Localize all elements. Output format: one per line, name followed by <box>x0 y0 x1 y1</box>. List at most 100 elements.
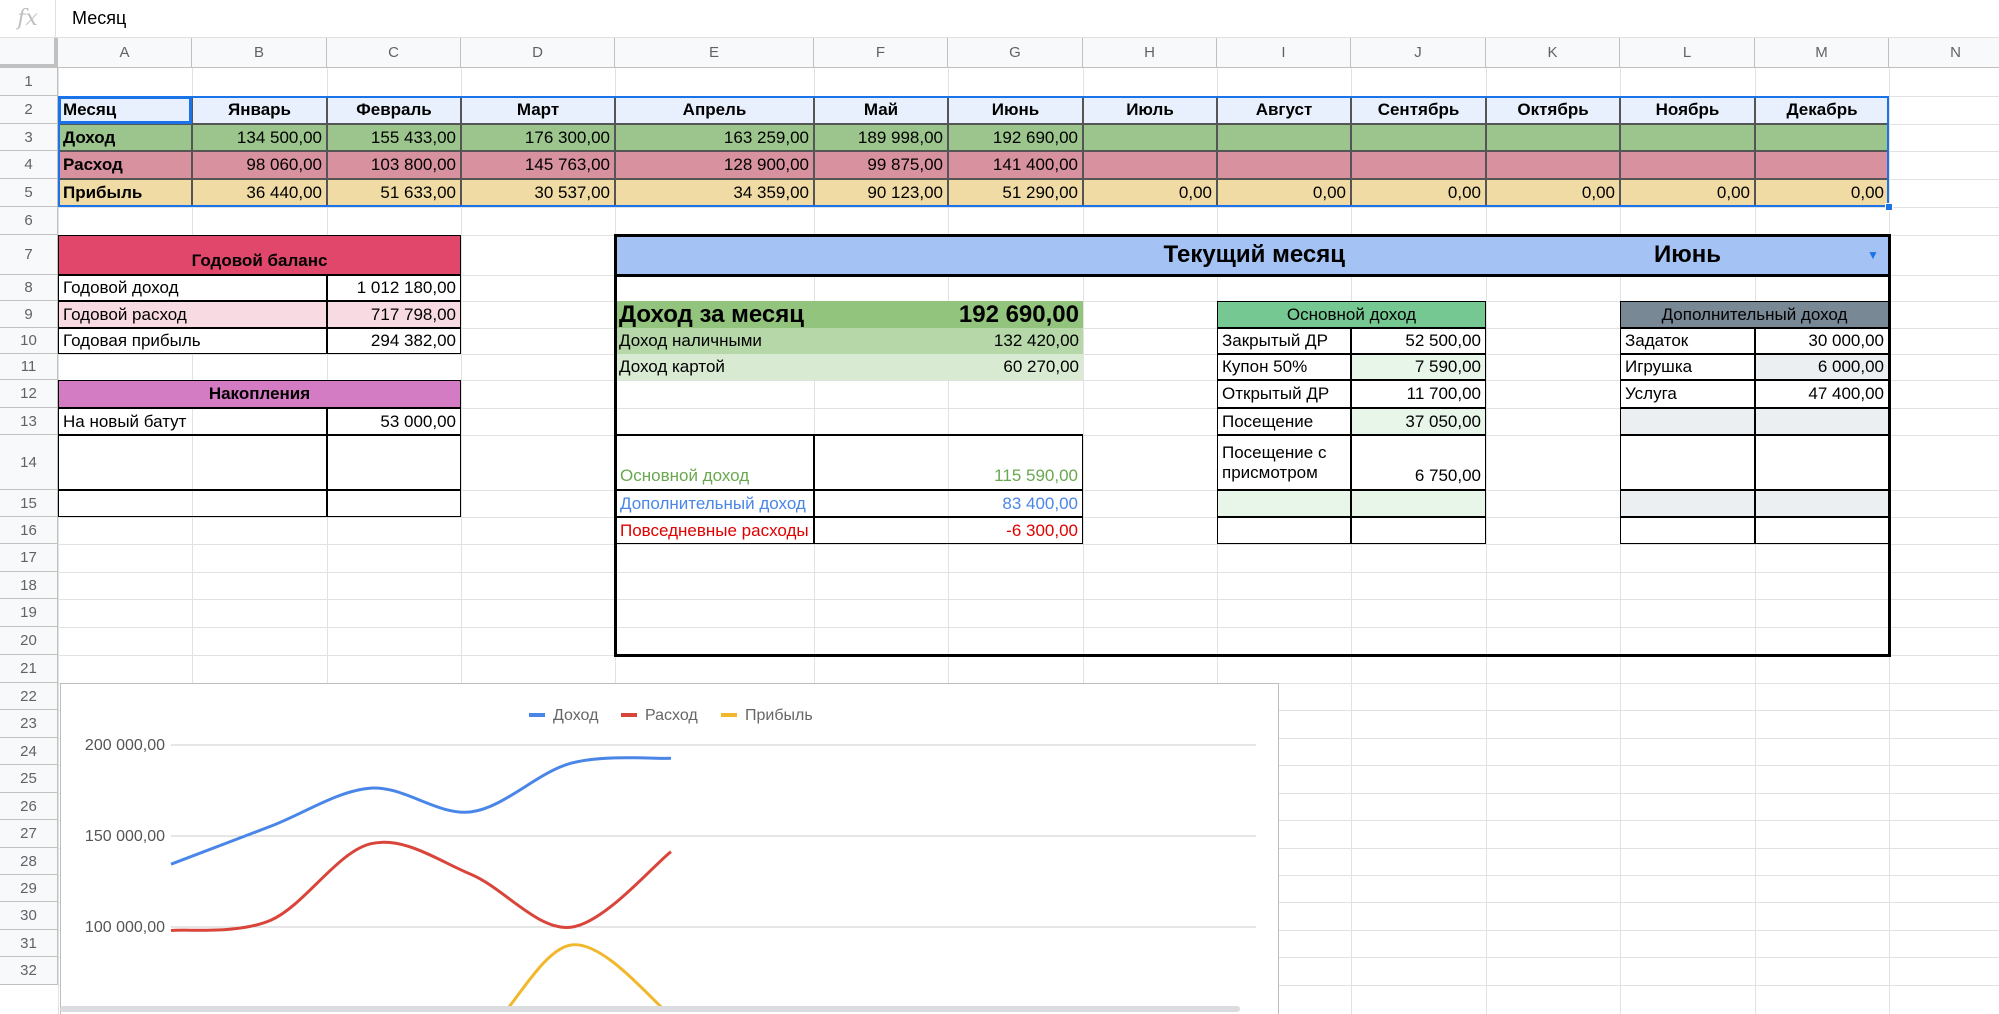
row-header[interactable]: 9 <box>0 301 58 328</box>
extra-income-label[interactable]: Услуга <box>1620 380 1755 408</box>
empty-cell[interactable] <box>327 435 461 490</box>
annual-label[interactable]: Годовой расход <box>58 301 327 328</box>
row-header[interactable]: 16 <box>0 517 58 544</box>
row-header[interactable]: 1 <box>0 68 58 96</box>
row-label[interactable]: Месяц <box>58 96 192 124</box>
row-header[interactable]: 17 <box>0 544 58 572</box>
month-value[interactable]: 51 290,00 <box>948 179 1083 207</box>
month-value[interactable]: 141 400,00 <box>948 151 1083 179</box>
row-header[interactable]: 21 <box>0 655 58 683</box>
summary-label[interactable]: Основной доход <box>615 435 814 490</box>
month-value[interactable]: Август <box>1217 96 1351 124</box>
row-header[interactable]: 6 <box>0 207 58 235</box>
row-header[interactable]: 23 <box>0 710 58 738</box>
empty-cell[interactable] <box>58 490 327 517</box>
fill-handle[interactable] <box>1885 203 1893 211</box>
cash-income-label[interactable]: Доход наличными <box>615 328 948 354</box>
extra-income-label[interactable]: Игрушка <box>1620 354 1755 380</box>
month-value[interactable]: Декабрь <box>1755 96 1889 124</box>
annual-value[interactable]: 1 012 180,00 <box>327 275 461 301</box>
row-header[interactable]: 20 <box>0 627 58 655</box>
empty-cell[interactable] <box>1755 435 1889 490</box>
extra-income-value[interactable]: 6 000,00 <box>1755 354 1889 380</box>
month-value[interactable]: 163 259,00 <box>615 124 814 151</box>
empty-cell[interactable] <box>1217 517 1351 544</box>
formula-input[interactable]: Месяц <box>56 8 126 29</box>
month-value[interactable]: 128 900,00 <box>615 151 814 179</box>
row-header[interactable]: 28 <box>0 848 58 875</box>
main-income-value[interactable]: 52 500,00 <box>1351 328 1486 354</box>
row-header[interactable]: 3 <box>0 124 58 151</box>
month-value[interactable]: 155 433,00 <box>327 124 461 151</box>
row-label[interactable]: Прибыль <box>58 179 192 207</box>
month-value[interactable]: 145 763,00 <box>461 151 615 179</box>
summary-top-border[interactable] <box>814 408 1083 435</box>
month-value[interactable]: 51 633,00 <box>327 179 461 207</box>
empty-cell[interactable] <box>1755 517 1889 544</box>
annual-label[interactable]: Годовая прибыль <box>58 328 327 354</box>
row-header[interactable]: 32 <box>0 957 58 985</box>
summary-top-border[interactable] <box>615 408 814 435</box>
row-header[interactable]: 18 <box>0 572 58 599</box>
month-value[interactable]: Июль <box>1083 96 1217 124</box>
row-header[interactable]: 4 <box>0 151 58 179</box>
main-income-value[interactable]: 7 590,00 <box>1351 354 1486 380</box>
month-value[interactable]: 176 300,00 <box>461 124 615 151</box>
month-value[interactable]: 0,00 <box>1620 179 1755 207</box>
month-value[interactable]: 36 440,00 <box>192 179 327 207</box>
main-income-label[interactable]: Посещение <box>1217 408 1351 435</box>
month-value[interactable]: 189 998,00 <box>814 124 948 151</box>
row-header[interactable]: 19 <box>0 599 58 627</box>
month-value[interactable] <box>1755 124 1889 151</box>
month-value[interactable]: 34 359,00 <box>615 179 814 207</box>
row-header[interactable]: 5 <box>0 179 58 207</box>
extra-income-label[interactable]: Задаток <box>1620 328 1755 354</box>
column-header[interactable]: C <box>327 38 461 68</box>
column-header[interactable]: H <box>1083 38 1217 68</box>
main-income-value[interactable]: 37 050,00 <box>1351 408 1486 435</box>
month-value[interactable]: 192 690,00 <box>948 124 1083 151</box>
dropdown-arrow-icon[interactable]: ▼ <box>1867 248 1879 262</box>
empty-cell[interactable] <box>327 490 461 517</box>
summary-value[interactable]: -6 300,00 <box>814 517 1083 544</box>
month-value[interactable]: 0,00 <box>1755 179 1889 207</box>
line-chart[interactable]: Доход Расход Прибыль 200 000,00 150 000,00 10… <box>60 683 1279 1014</box>
row-header[interactable]: 14 <box>0 435 58 490</box>
main-income-label[interactable]: Открытый ДР <box>1217 380 1351 408</box>
series-line-1[interactable] <box>170 756 672 866</box>
main-income-label[interactable]: Закрытый ДР <box>1217 328 1351 354</box>
month-value[interactable]: Октябрь <box>1486 96 1620 124</box>
column-header[interactable]: L <box>1620 38 1755 68</box>
month-value[interactable] <box>1351 151 1486 179</box>
row-header[interactable]: 12 <box>0 380 58 408</box>
row-header[interactable]: 31 <box>0 930 58 957</box>
main-income-value[interactable]: 11 700,00 <box>1351 380 1486 408</box>
empty-cell[interactable] <box>1755 490 1889 517</box>
month-value[interactable] <box>1217 151 1351 179</box>
annual-label[interactable]: Годовой доход <box>58 275 327 301</box>
month-value[interactable] <box>1217 124 1351 151</box>
month-value[interactable] <box>1083 151 1217 179</box>
summary-value[interactable]: 115 590,00 <box>814 435 1083 490</box>
month-value[interactable]: Февраль <box>327 96 461 124</box>
month-income-label[interactable]: Доход за месяц <box>615 301 948 328</box>
month-value[interactable]: Сентябрь <box>1351 96 1486 124</box>
main-income-label[interactable]: Купон 50% <box>1217 354 1351 380</box>
row-label[interactable]: Доход <box>58 124 192 151</box>
row-header[interactable]: 7 <box>0 235 58 275</box>
month-value[interactable]: Май <box>814 96 948 124</box>
row-header[interactable]: 15 <box>0 490 58 517</box>
month-value[interactable]: 134 500,00 <box>192 124 327 151</box>
spreadsheet-grid[interactable]: A B C D E F G H I J K L M N 1 2 3 4 5 6 7 8 9 10 11 12 13 14 15 16 17 1… <box>0 38 1999 1014</box>
main-income-label[interactable]: Посещение с присмотром <box>1217 435 1351 490</box>
month-value[interactable]: 90 123,00 <box>814 179 948 207</box>
current-title[interactable]: Текущий месяц <box>615 235 1351 275</box>
row-header[interactable]: 10 <box>0 328 58 354</box>
column-header[interactable]: B <box>192 38 327 68</box>
select-all-corner[interactable] <box>0 38 58 68</box>
extra-income-title[interactable]: Дополнительный доход <box>1620 301 1889 328</box>
main-income-value[interactable]: 6 750,00 <box>1351 435 1486 490</box>
extra-income-value[interactable]: 47 400,00 <box>1755 380 1889 408</box>
column-header[interactable]: I <box>1217 38 1351 68</box>
row-label[interactable]: Расход <box>58 151 192 179</box>
